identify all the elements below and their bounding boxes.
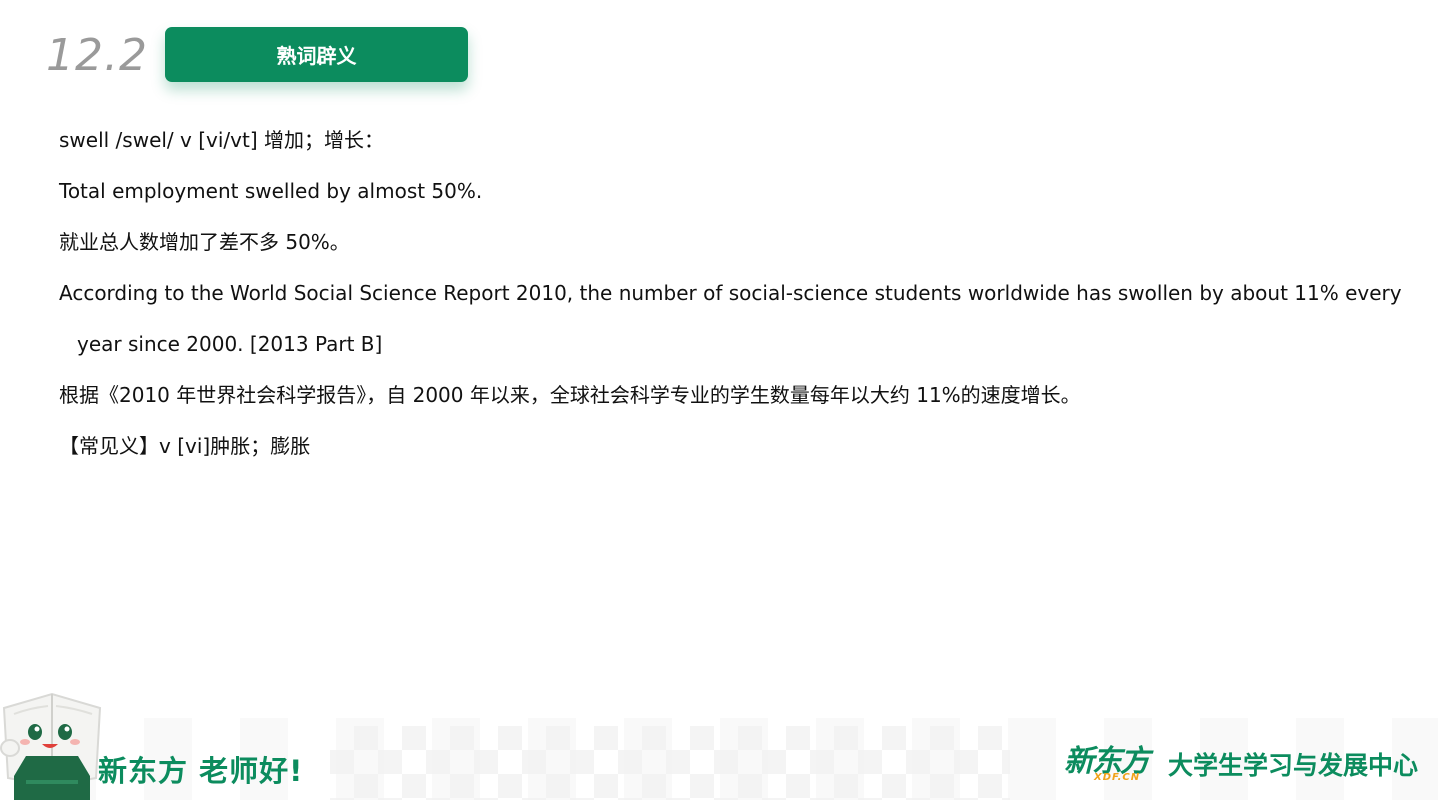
example-sentence-english: Total employment swelled by almost 50%.: [59, 179, 483, 203]
section-title-badge: 熟词辟义: [165, 27, 468, 82]
exam-sentence-english: According to the World Social Science Re…: [59, 281, 1402, 305]
footer-checker-pattern: [330, 726, 1010, 800]
section-title: 熟词辟义: [276, 44, 357, 68]
slide-number: 12.2: [46, 30, 148, 81]
book-mascot-icon: [0, 692, 102, 800]
vocabulary-content: swell /swel/ v [vi/vt] 增加；增长： Total empl…: [59, 115, 1429, 472]
logo-subtext: XDF.CN: [1094, 772, 1141, 783]
footer-slogan: 新东方 老师好!: [98, 754, 304, 788]
word-definition-line: swell /swel/ v [vi/vt] 增加；增长：: [59, 128, 384, 152]
center-name: 大学生学习与发展中心: [1168, 751, 1419, 780]
common-meaning-line: 【常见义】v [vi]肿胀；膨胀: [59, 434, 311, 458]
exam-sentence-english-continued: year since 2000. [2013 Part B]: [77, 332, 383, 356]
exam-sentence-chinese: 根据《2010 年世界社会科学报告》，自 2000 年以来，全球社会科学专业的学…: [59, 383, 1081, 407]
example-sentence-chinese: 就业总人数增加了差不多 50%。: [59, 230, 350, 254]
xdf-logo: 新东方 XDF.CN: [1064, 740, 1154, 786]
